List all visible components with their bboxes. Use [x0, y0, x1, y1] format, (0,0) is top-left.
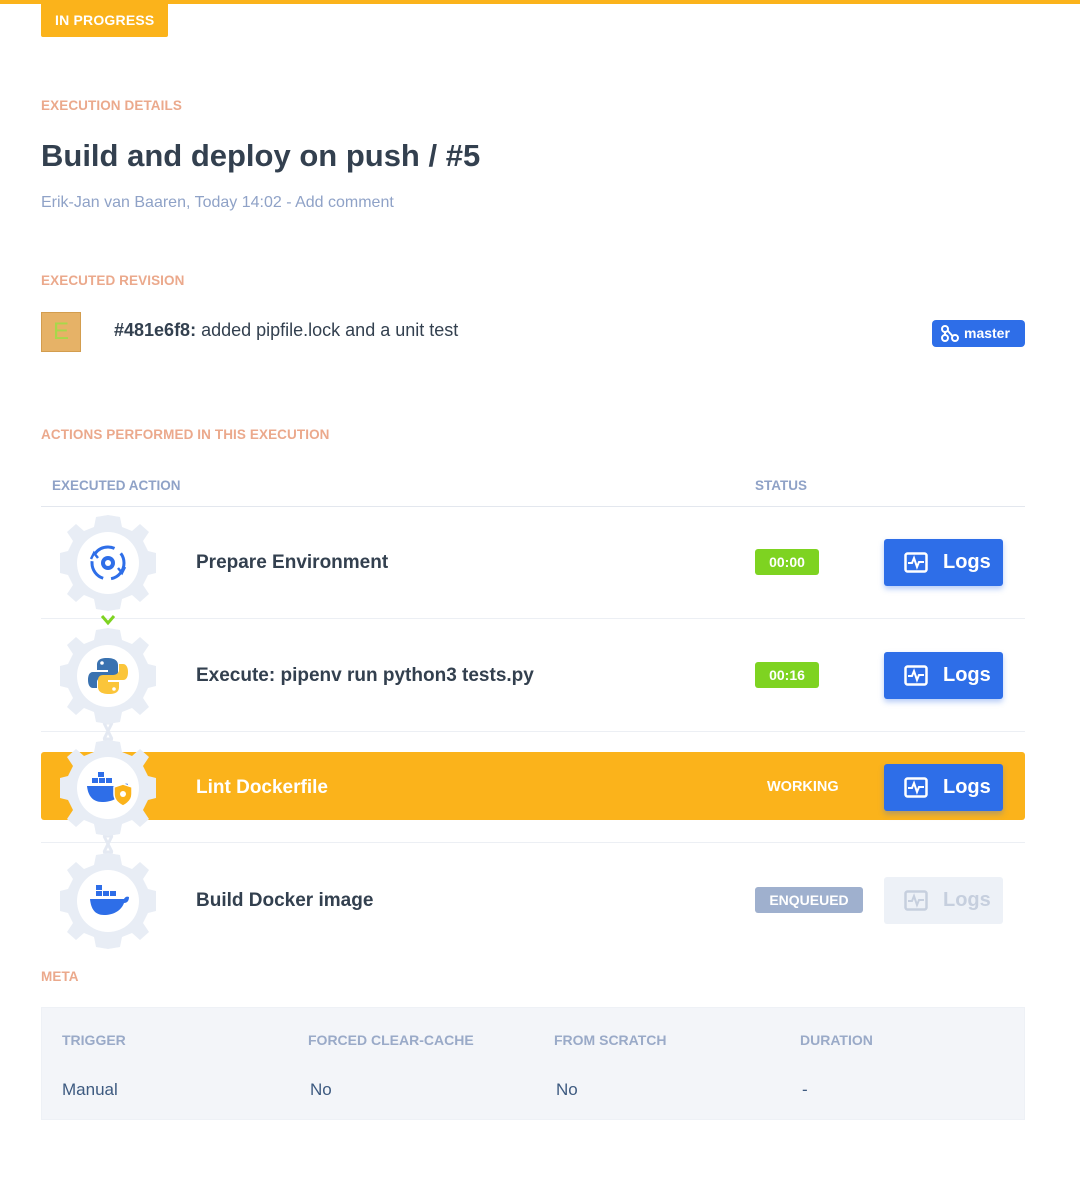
meta-label: META — [41, 969, 79, 984]
gear-refresh-icon — [89, 545, 127, 581]
activity-icon — [904, 890, 928, 911]
commit-message: added pipfile.lock and a unit test — [196, 320, 459, 340]
executed-revision-label: EXECUTED REVISION — [41, 273, 185, 288]
column-header-action: EXECUTED ACTION — [52, 478, 181, 493]
status-timer: 00:16 — [755, 662, 819, 688]
action-name: Prepare Environment — [196, 552, 389, 573]
docker-icon — [90, 885, 129, 915]
meta-header-trigger: TRIGGER — [62, 1032, 126, 1048]
hourglass-icon — [102, 834, 114, 854]
logs-button-disabled: Logs — [884, 877, 1003, 924]
status-timer: 00:00 — [755, 549, 819, 575]
meta-header-from-scratch: FROM SCRATCH — [554, 1032, 667, 1048]
logs-button[interactable]: Logs — [884, 652, 1003, 699]
commit-summary: #481e6f8: added pipfile.lock and a unit … — [114, 320, 458, 341]
python-icon — [88, 658, 128, 694]
active-action-row[interactable] — [41, 752, 1025, 820]
meta-header-duration: DURATION — [800, 1032, 873, 1048]
meta-value-from-scratch: No — [556, 1080, 578, 1099]
activity-icon — [904, 552, 928, 573]
logs-label: Logs — [943, 664, 991, 686]
meta-value-trigger: Manual — [62, 1080, 118, 1099]
branch-badge[interactable]: master — [932, 320, 1025, 347]
activity-icon — [904, 665, 928, 686]
activity-icon — [904, 777, 928, 798]
docker-shield-icon — [87, 772, 133, 807]
meta-value-duration: - — [802, 1080, 808, 1099]
row-divider — [41, 618, 1025, 619]
logs-label: Logs — [943, 776, 991, 798]
row-divider — [41, 731, 1025, 732]
column-header-status: STATUS — [755, 478, 807, 493]
meta-value-forced-clear-cache: No — [310, 1080, 332, 1099]
status-enqueued: ENQUEUED — [755, 887, 863, 913]
page-title: Build and deploy on push / #5 — [41, 138, 481, 173]
commit-hash[interactable]: #481e6f8: — [114, 320, 196, 340]
execution-details-label: EXECUTION DETAILS — [41, 98, 182, 113]
logs-label: Logs — [943, 551, 991, 573]
actions-label: ACTIONS PERFORMED IN THIS EXECUTION — [41, 427, 330, 442]
meta-header-forced-clear-cache: FORCED CLEAR-CACHE — [308, 1032, 474, 1048]
status-working: WORKING — [767, 779, 839, 795]
logs-button[interactable]: Logs — [884, 764, 1003, 811]
action-name: Build Docker image — [196, 890, 374, 911]
action-name: Lint Dockerfile — [196, 777, 328, 798]
author-time: Erik-Jan van Baaren, Today 14:02 - — [41, 194, 296, 211]
execution-subtitle: Erik-Jan van Baaren, Today 14:02 - Add c… — [41, 194, 394, 212]
branch-name: master — [964, 325, 1010, 341]
status-badge: IN PROGRESS — [41, 4, 169, 37]
branch-icon — [941, 325, 959, 342]
logs-button[interactable]: Logs — [884, 539, 1003, 586]
avatar: E — [41, 312, 81, 352]
action-name: Execute: pipenv run python3 tests.py — [196, 665, 534, 686]
logs-label: Logs — [943, 889, 991, 911]
meta-table: TRIGGER FORCED CLEAR-CACHE FROM SCRATCH … — [41, 1007, 1025, 1120]
row-divider — [41, 842, 1025, 843]
execution-page: IN PROGRESS EXECUTION DETAILS Build and … — [0, 0, 1080, 1180]
table-divider — [41, 506, 1025, 507]
add-comment-link[interactable]: Add comment — [295, 194, 394, 211]
